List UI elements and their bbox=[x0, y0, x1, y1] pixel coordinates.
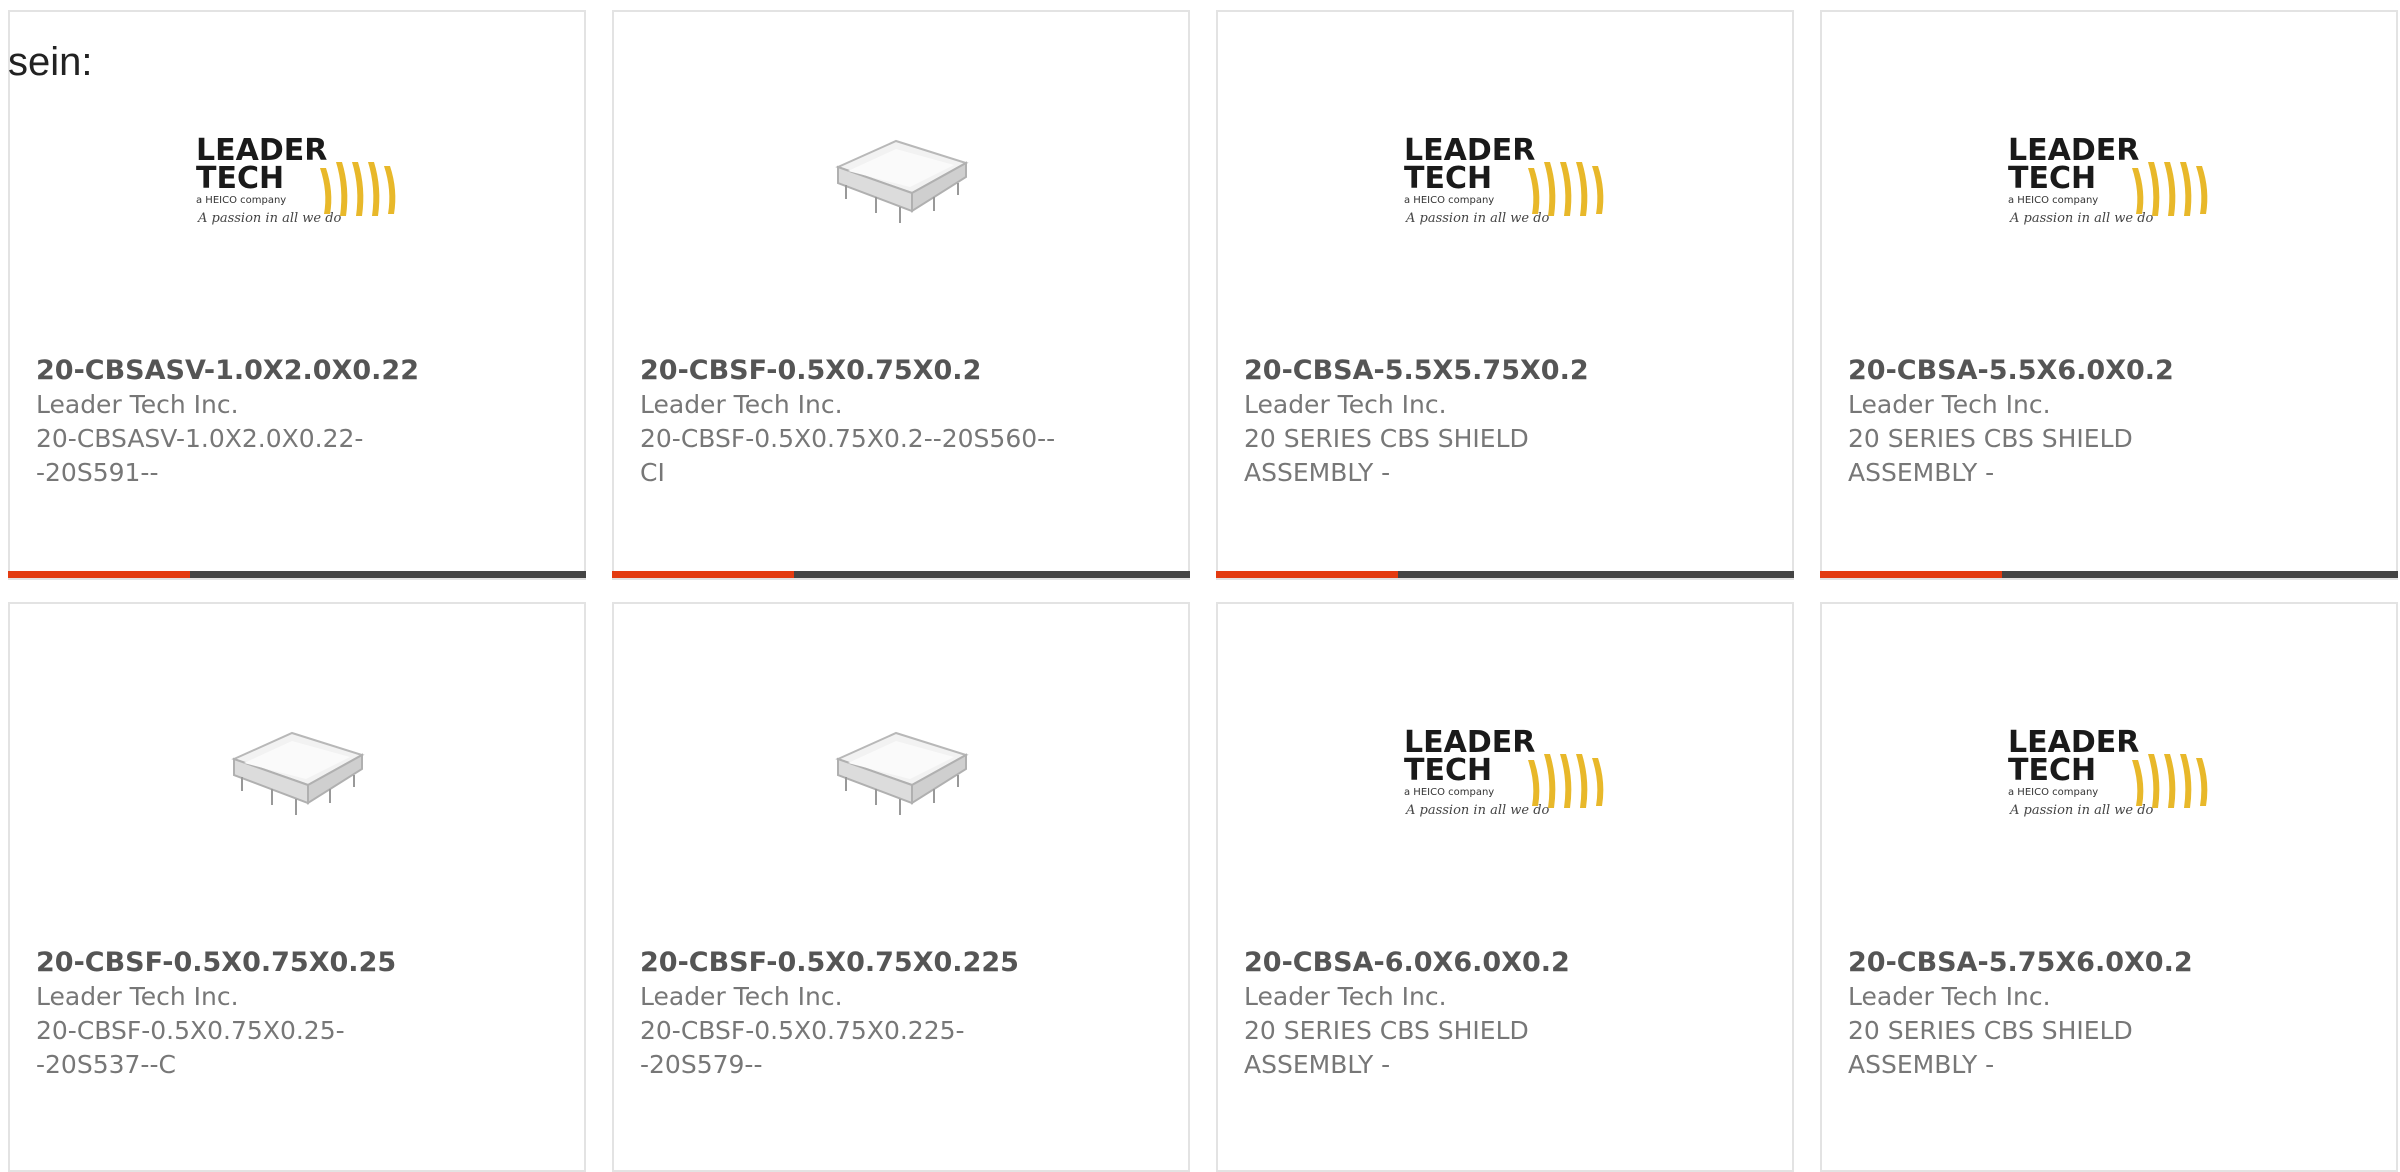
product-card[interactable]: LEADER TECH a HEICO company A passion in… bbox=[1820, 10, 2398, 580]
description: 20-CBSF-0.5X0.75X0.2--20S560--CI bbox=[640, 424, 1056, 487]
card-accent-bar bbox=[612, 571, 1190, 578]
shield-can-icon bbox=[231, 731, 365, 815]
description: 20-CBSF-0.5X0.75X0.25--20S537--C bbox=[36, 1016, 345, 1079]
product-card[interactable]: 20-CBSF-0.5X0.75X0.2 Leader Tech Inc. 20… bbox=[612, 10, 1190, 580]
manufacturer: Leader Tech Inc. bbox=[1244, 982, 1447, 1011]
leader-tech-logo-icon: LEADER TECH a HEICO company A passion in… bbox=[2008, 133, 2208, 226]
part-number[interactable]: 20-CBSA-5.75X6.0X0.2 bbox=[1848, 946, 2268, 980]
part-number[interactable]: 20-CBSA-6.0X6.0X0.2 bbox=[1244, 946, 1664, 980]
leader-tech-logo-icon: LEADER TECH a HEICO company A passion in… bbox=[1404, 133, 1604, 226]
manufacturer: Leader Tech Inc. bbox=[1848, 982, 2051, 1011]
manufacturer: Leader Tech Inc. bbox=[36, 390, 239, 419]
svg-text:TECH: TECH bbox=[2008, 161, 2096, 196]
description: 20 SERIES CBS SHIELD ASSEMBLY - bbox=[1244, 424, 1529, 487]
svg-text:a HEICO company: a HEICO company bbox=[1404, 787, 1494, 798]
product-card[interactable]: LEADER TECH a HEICO company A passion in… bbox=[1216, 602, 1794, 1172]
description: 20-CBSF-0.5X0.75X0.225--20S579-- bbox=[640, 1016, 965, 1079]
part-number[interactable]: 20-CBSF-0.5X0.75X0.225 bbox=[640, 946, 1060, 980]
product-image[interactable]: LEADER TECH a HEICO company A passion in… bbox=[1822, 107, 2396, 257]
svg-text:a HEICO company: a HEICO company bbox=[196, 195, 286, 206]
description: 20-CBSASV-1.0X2.0X0.22--20S591-- bbox=[36, 424, 364, 487]
part-number[interactable]: 20-CBSA-5.5X6.0X0.2 bbox=[1848, 354, 2268, 388]
svg-text:A passion in all we do: A passion in all we do bbox=[2009, 803, 2154, 818]
manufacturer: Leader Tech Inc. bbox=[1848, 390, 2051, 419]
product-image[interactable]: LEADER TECH a HEICO company A passion in… bbox=[1218, 699, 1792, 849]
svg-text:A passion in all we do: A passion in all we do bbox=[1405, 211, 1550, 226]
part-number[interactable]: 20-CBSF-0.5X0.75X0.25 bbox=[36, 946, 456, 980]
description: 20 SERIES CBS SHIELD ASSEMBLY - bbox=[1244, 1016, 1529, 1079]
product-card[interactable]: LEADER TECH a HEICO company A passion in… bbox=[8, 10, 586, 580]
intro-text: sein: bbox=[8, 40, 93, 84]
product-card[interactable]: LEADER TECH a HEICO company A passion in… bbox=[1820, 602, 2398, 1172]
svg-text:a HEICO company: a HEICO company bbox=[1404, 195, 1494, 206]
manufacturer: Leader Tech Inc. bbox=[640, 982, 843, 1011]
product-image[interactable]: LEADER TECH a HEICO company A passion in… bbox=[1218, 107, 1792, 257]
product-card[interactable]: LEADER TECH a HEICO company A passion in… bbox=[1216, 10, 1794, 580]
svg-text:TECH: TECH bbox=[2008, 753, 2096, 788]
svg-text:A passion in all we do: A passion in all we do bbox=[1405, 803, 1550, 818]
svg-text:A passion in all we do: A passion in all we do bbox=[2009, 211, 2154, 226]
manufacturer: Leader Tech Inc. bbox=[36, 982, 239, 1011]
part-number[interactable]: 20-CBSF-0.5X0.75X0.2 bbox=[640, 354, 1060, 388]
part-number[interactable]: 20-CBSA-5.5X5.75X0.2 bbox=[1244, 354, 1664, 388]
svg-text:a HEICO company: a HEICO company bbox=[2008, 787, 2098, 798]
product-grid: LEADER TECH a HEICO company A passion in… bbox=[8, 10, 2398, 1172]
svg-text:TECH: TECH bbox=[1404, 753, 1492, 788]
svg-text:A passion in all we do: A passion in all we do bbox=[197, 211, 342, 226]
part-number[interactable]: 20-CBSASV-1.0X2.0X0.22 bbox=[36, 354, 456, 388]
product-image[interactable] bbox=[614, 699, 1188, 849]
card-accent-bar bbox=[1216, 571, 1794, 578]
svg-text:TECH: TECH bbox=[196, 161, 284, 196]
product-image[interactable] bbox=[614, 107, 1188, 257]
svg-text:a HEICO company: a HEICO company bbox=[2008, 195, 2098, 206]
manufacturer: Leader Tech Inc. bbox=[1244, 390, 1447, 419]
product-image[interactable] bbox=[10, 699, 584, 849]
leader-tech-logo-icon: LEADER TECH a HEICO company A passion in… bbox=[2008, 725, 2208, 818]
manufacturer: Leader Tech Inc. bbox=[640, 390, 843, 419]
leader-tech-logo-icon: LEADER TECH a HEICO company A passion in… bbox=[1404, 725, 1604, 818]
card-accent-bar bbox=[8, 571, 586, 578]
shield-can-icon bbox=[835, 731, 969, 815]
product-image[interactable]: LEADER TECH a HEICO company A passion in… bbox=[10, 107, 584, 257]
product-card[interactable]: 20-CBSF-0.5X0.75X0.225 Leader Tech Inc. … bbox=[612, 602, 1190, 1172]
product-card[interactable]: 20-CBSF-0.5X0.75X0.25 Leader Tech Inc. 2… bbox=[8, 602, 586, 1172]
svg-text:TECH: TECH bbox=[1404, 161, 1492, 196]
leader-tech-logo-icon: LEADER TECH a HEICO company A passion in… bbox=[196, 133, 396, 226]
card-accent-bar bbox=[1820, 571, 2398, 578]
description: 20 SERIES CBS SHIELD ASSEMBLY - bbox=[1848, 1016, 2133, 1079]
shield-can-icon bbox=[835, 139, 969, 223]
product-image[interactable]: LEADER TECH a HEICO company A passion in… bbox=[1822, 699, 2396, 849]
description: 20 SERIES CBS SHIELD ASSEMBLY - bbox=[1848, 424, 2133, 487]
